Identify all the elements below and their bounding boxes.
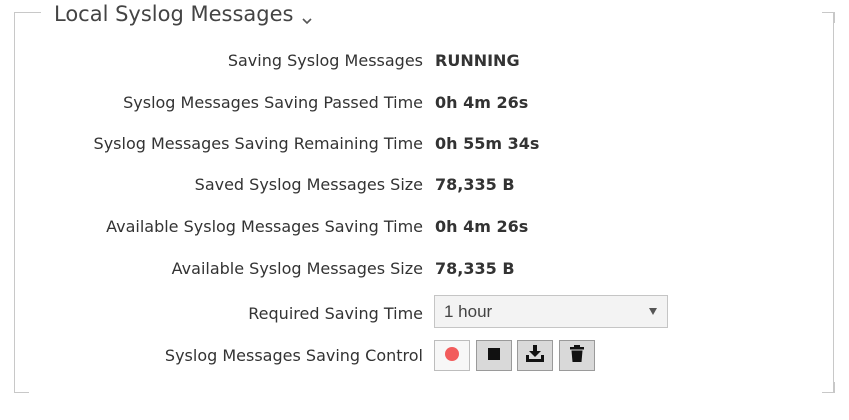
field-value: RUNNING bbox=[435, 50, 520, 70]
panel-border-top-left bbox=[14, 12, 41, 23]
stop-button[interactable] bbox=[476, 340, 512, 371]
panel-border-bottom-right bbox=[822, 382, 835, 393]
download-button[interactable] bbox=[517, 340, 553, 371]
field-value: 0h 4m 26s bbox=[435, 216, 529, 236]
field-available-size: Available Syslog Messages Size 78,335 B bbox=[0, 255, 849, 281]
field-value: 78,335 B bbox=[435, 258, 515, 278]
field-label: Saving Syslog Messages bbox=[227, 50, 423, 70]
field-label: Available Syslog Messages Saving Time bbox=[106, 216, 423, 236]
saving-control-label: Syslog Messages Saving Control bbox=[164, 345, 423, 365]
stop-icon bbox=[487, 346, 501, 365]
record-icon bbox=[444, 346, 460, 366]
field-remaining-time: Syslog Messages Saving Remaining Time 0h… bbox=[0, 130, 849, 156]
record-button[interactable] bbox=[434, 340, 470, 371]
syslog-panel: Local Syslog Messages Saving Syslog Mess… bbox=[0, 0, 849, 420]
field-label: Syslog Messages Saving Passed Time bbox=[123, 92, 423, 112]
dropdown-arrow-icon bbox=[649, 308, 657, 315]
field-saving-status: Saving Syslog Messages RUNNING bbox=[0, 47, 849, 73]
field-passed-time: Syslog Messages Saving Passed Time 0h 4m… bbox=[0, 89, 849, 115]
panel-border-top-right bbox=[822, 12, 835, 23]
section-title: Local Syslog Messages bbox=[54, 2, 294, 26]
section-header[interactable]: Local Syslog Messages bbox=[50, 2, 318, 26]
field-value: 78,335 B bbox=[435, 174, 515, 194]
field-saved-size: Saved Syslog Messages Size 78,335 B bbox=[0, 171, 849, 197]
field-label: Available Syslog Messages Size bbox=[171, 258, 423, 278]
delete-button[interactable] bbox=[559, 340, 595, 371]
saving-control-row: Syslog Messages Saving Control bbox=[0, 342, 849, 368]
download-icon bbox=[525, 344, 545, 367]
required-saving-time-label: Required Saving Time bbox=[248, 303, 423, 323]
panel-border-bottom-left bbox=[14, 382, 29, 393]
field-label: Saved Syslog Messages Size bbox=[194, 174, 423, 194]
field-label: Syslog Messages Saving Remaining Time bbox=[93, 133, 423, 153]
required-saving-time-row: Required Saving Time bbox=[0, 300, 849, 326]
field-value: 0h 55m 34s bbox=[435, 133, 540, 153]
required-saving-time-select[interactable]: 1 hour bbox=[434, 295, 668, 328]
field-available-time: Available Syslog Messages Saving Time 0h… bbox=[0, 213, 849, 239]
trash-icon bbox=[570, 345, 584, 366]
chevron-down-icon[interactable] bbox=[301, 8, 313, 25]
select-value: 1 hour bbox=[444, 301, 493, 321]
field-value: 0h 4m 26s bbox=[435, 92, 529, 112]
